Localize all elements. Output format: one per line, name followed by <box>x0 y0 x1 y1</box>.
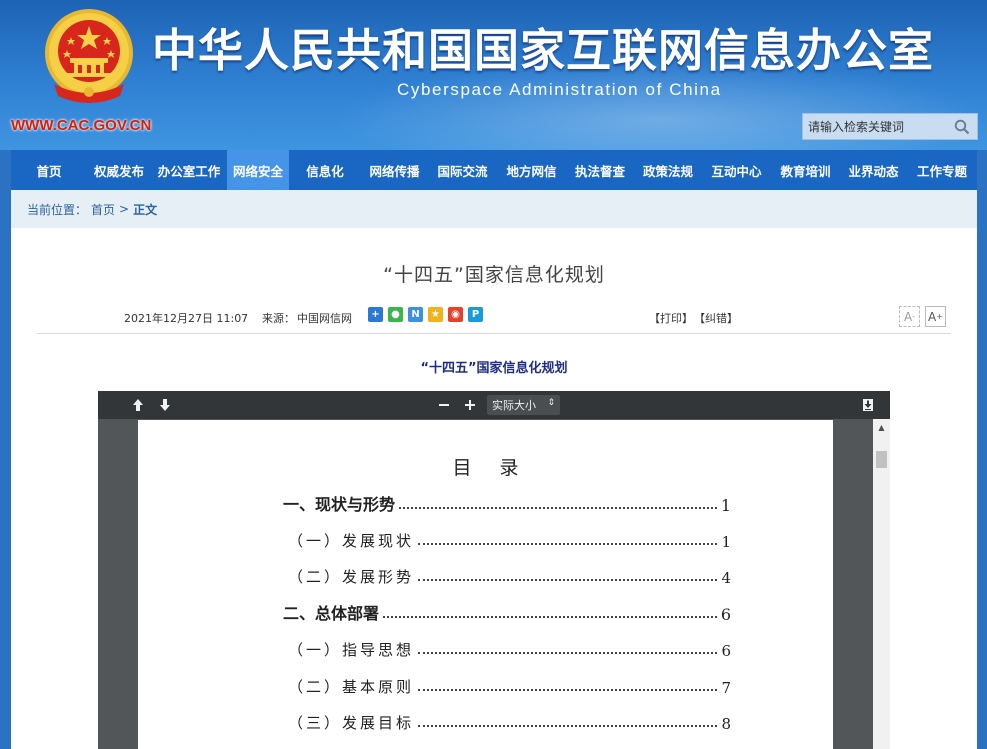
nav-item-education-training[interactable]: 教育培训 <box>771 150 840 190</box>
toc-entry-label: 二、总体部署 <box>283 604 380 623</box>
nav-item-international-exchange[interactable]: 国际交流 <box>428 150 497 190</box>
share-tencent-icon[interactable]: P <box>468 307 483 322</box>
breadcrumb-home-link[interactable]: 首页 <box>91 201 115 218</box>
toc-title: 目录 <box>452 457 547 479</box>
toc-leader-dots <box>399 507 717 509</box>
previous-page-icon[interactable] <box>129 395 147 415</box>
toc-entry-page: 4 <box>721 569 731 587</box>
breadcrumb-current: 正文 <box>133 202 158 217</box>
breadcrumb-separator: > <box>119 202 130 216</box>
chevron-updown-icon: ⇕ <box>547 398 555 408</box>
article-meta: 2021年12月27日 11:07 来源： 中国网信网 + ● N ★ ◉ P … <box>11 306 977 328</box>
nav-item-authoritative-release[interactable]: 权威发布 <box>87 150 151 190</box>
zoom-level: 实际大小 <box>492 399 536 412</box>
pdf-scrollbar[interactable]: ▲ <box>873 419 890 749</box>
share-icons: + ● N ★ ◉ P <box>368 307 483 322</box>
nav-item-interaction-center[interactable]: 互动中心 <box>702 150 771 190</box>
article-title: “十四五”国家信息化规划 <box>383 264 605 286</box>
site-header: 中华人民共和国国家互联网信息办公室 Cyberspace Administrat… <box>0 0 987 150</box>
scroll-up-arrow-icon[interactable]: ▲ <box>873 419 890 436</box>
nav-item-informatization[interactable]: 信息化 <box>289 150 361 190</box>
toc-leader-dots <box>383 616 717 618</box>
toc-entry-label: （一）指导思想 <box>288 641 415 659</box>
error-report-link[interactable]: 【纠错】 <box>694 310 738 326</box>
download-icon[interactable] <box>859 395 877 415</box>
font-decrease-sign: - <box>912 312 916 321</box>
toc-entry[interactable]: （一）指导思想 6 <box>288 636 731 660</box>
share-more-icon[interactable]: + <box>368 307 383 322</box>
source-name: 中国网信网 <box>297 312 352 325</box>
toc-leader-dots <box>418 543 718 545</box>
publish-date: 2021年12月27日 11:07 <box>124 312 249 325</box>
font-decrease-label: A <box>903 309 913 324</box>
share-wechat-icon[interactable]: ● <box>388 307 403 322</box>
content-area: 当前位置： 首页 > 正文 “十四五”国家信息化规划 2021年12月27日 1… <box>11 190 977 749</box>
font-increase-button[interactable]: A + <box>925 306 946 327</box>
breadcrumb-prefix: 当前位置： <box>27 202 88 217</box>
nav-item-law-enforcement[interactable]: 执法督查 <box>566 150 634 190</box>
nav-item-special-topics[interactable]: 工作专题 <box>907 150 977 190</box>
toc-entry-page: 1 <box>720 496 731 515</box>
toc-entry[interactable]: （二）发展形势 4 <box>288 563 731 587</box>
meta-divider <box>37 333 951 334</box>
toc-entry[interactable]: （一）发展现状 1 <box>288 527 731 551</box>
font-increase-label: A <box>928 309 937 324</box>
toc-entry-page: 1 <box>721 533 731 551</box>
font-increase-sign: + <box>936 312 943 321</box>
pdf-page: 目录 一、现状与形势 1 （一）发展现状 1 （二）发展形势 4 二、总体部署 … <box>138 420 833 749</box>
toc-entry-page: 8 <box>721 715 731 733</box>
toc-entry-page: 6 <box>721 642 731 660</box>
nav-item-cybersecurity[interactable]: 网络安全 <box>227 150 289 190</box>
zoom-in-icon[interactable] <box>461 395 479 415</box>
search-input[interactable] <box>803 114 951 139</box>
nav-item-online-communication[interactable]: 网络传播 <box>361 150 428 190</box>
toc-leader-dots <box>418 579 718 581</box>
nav-item-industry-news[interactable]: 业界动态 <box>840 150 907 190</box>
toc-leader-dots <box>418 689 718 691</box>
toc-entry-label: （二）发展形势 <box>288 568 415 586</box>
toc-entry-label: 一、现状与形势 <box>283 495 396 514</box>
share-news-icon[interactable]: N <box>408 307 423 322</box>
share-weibo-icon[interactable]: ◉ <box>448 307 463 322</box>
zoom-out-icon[interactable] <box>435 395 453 415</box>
search-icon[interactable] <box>951 116 973 138</box>
scroll-thumb[interactable] <box>876 451 887 468</box>
site-title: 中华人民共和国国家互联网信息办公室 <box>152 24 935 77</box>
nav-item-office-work[interactable]: 办公室工作 <box>151 150 227 190</box>
zoom-select[interactable]: 实际大小 ⇕ <box>487 395 560 415</box>
print-link[interactable]: 【打印】 <box>649 310 693 326</box>
search-box <box>802 113 978 140</box>
pdf-toolbar: 实际大小 ⇕ <box>98 391 890 419</box>
nav-item-home[interactable]: 首页 <box>11 150 87 190</box>
font-decrease-button[interactable]: A- <box>899 306 920 327</box>
toc-entry[interactable]: 二、总体部署 6 <box>283 600 731 624</box>
toc-entry-page: 7 <box>721 679 731 697</box>
share-qzone-icon[interactable]: ★ <box>428 307 443 322</box>
nav-item-local-cac[interactable]: 地方网信 <box>497 150 566 190</box>
main-nav: 首页 权威发布 办公室工作 网络安全 信息化 网络传播 国际交流 地方网信 执法… <box>11 150 977 190</box>
toc-entry-label: （二）基本原则 <box>288 678 415 696</box>
site-subtitle: Cyberspace Administration of China <box>397 80 722 99</box>
breadcrumb: 当前位置： 首页 > 正文 <box>11 190 977 228</box>
source-label: 来源： <box>262 312 295 325</box>
toc-entry[interactable]: 一、现状与形势 1 <box>283 491 731 515</box>
document-heading: “十四五”国家信息化规划 <box>420 361 568 376</box>
site-url-link[interactable]: WWW.CAC.GOV.CN <box>11 117 151 134</box>
national-emblem-icon <box>45 9 133 103</box>
toc-entry-page: 6 <box>720 605 731 624</box>
nav-item-policies-regulations[interactable]: 政策法规 <box>634 150 702 190</box>
toc-entry[interactable]: （三）发展目标 8 <box>288 709 731 733</box>
toc-leader-dots <box>418 725 718 727</box>
pdf-viewer[interactable]: 实际大小 ⇕ 目录 一、现状与形势 1 （一）发展现状 1 （二）发展形势 4 … <box>98 391 890 749</box>
toc-entry-label: （一）发展现状 <box>288 532 415 550</box>
next-page-icon[interactable] <box>156 395 174 415</box>
toc-entry[interactable]: （二）基本原则 7 <box>288 673 731 697</box>
toc-leader-dots <box>418 652 718 654</box>
toc-entry-label: （三）发展目标 <box>288 714 415 732</box>
